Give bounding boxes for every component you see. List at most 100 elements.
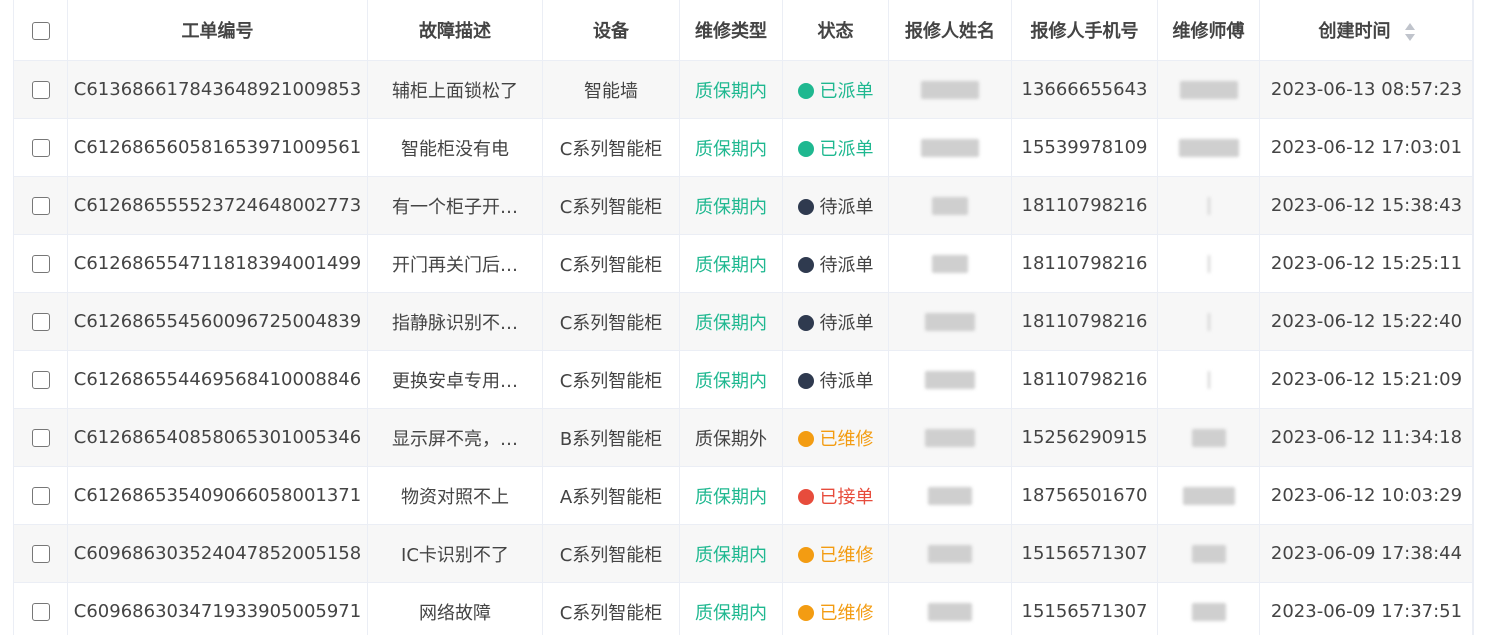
device-cell: C系列智能柜 <box>542 350 680 409</box>
status-badge: 已维修 <box>819 428 874 450</box>
order-no-cell: C612686535409066058001371 <box>67 466 368 525</box>
technician-cell <box>1157 350 1260 409</box>
sort-icon[interactable] <box>1404 22 1415 42</box>
created-time-cell: 2023-06-12 10:03:29 <box>1259 466 1474 525</box>
row-select-cell[interactable] <box>13 234 68 293</box>
table-row[interactable]: C612686540858065301005346 显示屏不亮，… B系列智能柜 质保… <box>13 408 1474 467</box>
table-row[interactable]: C612686560581653971009561 智能柜没有电 C系列智能柜 质保期… <box>13 118 1474 177</box>
table-body: C613686617843648921009853 辅柜上面锁松了 智能墙 质保期内已… <box>13 60 1474 635</box>
technician-cell <box>1157 524 1260 583</box>
row-checkbox[interactable] <box>31 545 50 563</box>
row-checkbox[interactable] <box>31 139 50 157</box>
order-no-cell: C612686554711818394001499 <box>67 234 368 293</box>
status-cell: 已派单 <box>782 60 889 119</box>
status-cell: 已维修 <box>782 582 889 635</box>
redacted-name <box>932 255 968 273</box>
table-row[interactable]: C613686617843648921009853 辅柜上面锁松了 智能墙 质保期内 已… <box>13 60 1474 119</box>
row-select-cell[interactable] <box>13 176 68 235</box>
reporter-phone-cell: 18110798216 <box>1011 234 1158 293</box>
header-reporter-phone: 报修人手机号 <box>1011 0 1158 61</box>
row-checkbox[interactable] <box>31 603 50 621</box>
reporter-phone-cell: 15156571307 <box>1011 524 1158 583</box>
work-order-table: 工单编号 故障描述 设备 维修类型 状态 报修人姓名 报修人手机号 维修师傅 创… <box>13 0 1474 635</box>
table-row[interactable]: C612686554560096725004839 指静脉识别不… C系列智能柜 质保… <box>13 292 1474 351</box>
repair-type-cell: 质保期内 <box>679 292 783 351</box>
table-row[interactable]: C612686554469568410008846 更换安卓专用… C系列智能柜 质保… <box>13 350 1474 409</box>
fault-cell: 显示屏不亮，… <box>367 408 543 467</box>
status-badge: 已派单 <box>819 80 874 102</box>
row-select-cell[interactable] <box>13 582 68 635</box>
row-checkbox[interactable] <box>31 81 50 99</box>
created-time-cell: 2023-06-09 17:38:44 <box>1259 524 1474 583</box>
order-no-cell: C613686617843648921009853 <box>67 60 368 119</box>
created-time-cell: 2023-06-12 11:34:18 <box>1259 408 1474 467</box>
header-device: 设备 <box>542 0 680 61</box>
table-row[interactable]: C609686303471933905005971 网络故障 C系列智能柜 质保期内 已… <box>13 582 1474 635</box>
redacted-name <box>928 603 972 621</box>
table-row[interactable]: C612686554711818394001499 开门再关门后… C系列智能柜 质保… <box>13 234 1474 293</box>
row-select-cell[interactable] <box>13 118 68 177</box>
created-time-cell: 2023-06-12 15:38:43 <box>1259 176 1474 235</box>
row-checkbox[interactable] <box>31 371 50 389</box>
table-row[interactable]: C609686303524047852005158 IC卡识别不了 C系列智能柜 质保… <box>13 524 1474 583</box>
row-select-cell[interactable] <box>13 466 68 525</box>
technician-cell <box>1157 60 1260 119</box>
created-time-cell: 2023-06-09 17:37:51 <box>1259 582 1474 635</box>
header-fault: 故障描述 <box>367 0 543 61</box>
order-no-cell: C612686554560096725004839 <box>67 292 368 351</box>
technician-cell <box>1157 292 1260 351</box>
status-dot-icon <box>797 546 814 563</box>
row-select-cell[interactable] <box>13 350 68 409</box>
order-no-cell: C612686554469568410008846 <box>67 350 368 409</box>
created-time-cell: 2023-06-12 15:22:40 <box>1259 292 1474 351</box>
select-all-checkbox[interactable] <box>31 21 50 40</box>
row-checkbox[interactable] <box>31 255 50 273</box>
row-checkbox[interactable] <box>31 197 50 215</box>
redacted-technician <box>1207 313 1210 331</box>
select-all-cell[interactable] <box>13 0 68 61</box>
row-checkbox[interactable] <box>31 487 50 505</box>
status-dot-icon <box>797 430 814 447</box>
row-select-cell[interactable] <box>13 292 68 351</box>
table-row[interactable]: C612686535409066058001371 物资对照不上 A系列智能柜 质保期… <box>13 466 1474 525</box>
status-badge: 待派单 <box>819 254 874 276</box>
status-cell: 待派单 <box>782 176 889 235</box>
row-select-cell[interactable] <box>13 60 68 119</box>
status-dot-icon <box>797 198 814 215</box>
redacted-technician <box>1191 603 1226 621</box>
fault-cell: 智能柜没有电 <box>367 118 543 177</box>
fault-cell: 开门再关门后… <box>367 234 543 293</box>
status-badge: 待派单 <box>819 312 874 334</box>
work-order-table-view: 工单编号 故障描述 设备 维修类型 状态 报修人姓名 报修人手机号 维修师傅 创… <box>0 0 1500 635</box>
status-dot-icon <box>797 82 814 99</box>
row-checkbox[interactable] <box>31 313 50 331</box>
redacted-technician <box>1179 81 1238 99</box>
reporter-name-cell <box>888 60 1012 119</box>
repair-type-cell: 质保期内 <box>679 466 783 525</box>
status-dot-icon <box>797 372 814 389</box>
redacted-name <box>925 313 975 331</box>
status-badge: 已接单 <box>819 486 874 508</box>
header-repair-type: 维修类型 <box>679 0 783 61</box>
row-select-cell[interactable] <box>13 524 68 583</box>
row-checkbox[interactable] <box>31 429 50 447</box>
status-cell: 待派单 <box>782 292 889 351</box>
device-cell: C系列智能柜 <box>542 118 680 177</box>
created-time-cell: 2023-06-12 17:03:01 <box>1259 118 1474 177</box>
repair-type-cell: 质保期内 <box>679 60 783 119</box>
reporter-name-cell <box>888 292 1012 351</box>
device-cell: C系列智能柜 <box>542 582 680 635</box>
device-cell: C系列智能柜 <box>542 234 680 293</box>
fault-cell: 有一个柜子开… <box>367 176 543 235</box>
repair-type-cell: 质保期内 <box>679 350 783 409</box>
redacted-name <box>932 197 968 215</box>
redacted-name <box>921 139 979 157</box>
status-cell: 待派单 <box>782 350 889 409</box>
header-created-time[interactable]: 创建时间 <box>1259 0 1474 61</box>
row-select-cell[interactable] <box>13 408 68 467</box>
table-row[interactable]: C612686555523724648002773 有一个柜子开… C系列智能柜 质保… <box>13 176 1474 235</box>
redacted-technician <box>1207 255 1210 273</box>
repair-type-cell: 质保期内 <box>679 234 783 293</box>
fault-cell: 网络故障 <box>367 582 543 635</box>
created-time-cell: 2023-06-12 15:21:09 <box>1259 350 1474 409</box>
